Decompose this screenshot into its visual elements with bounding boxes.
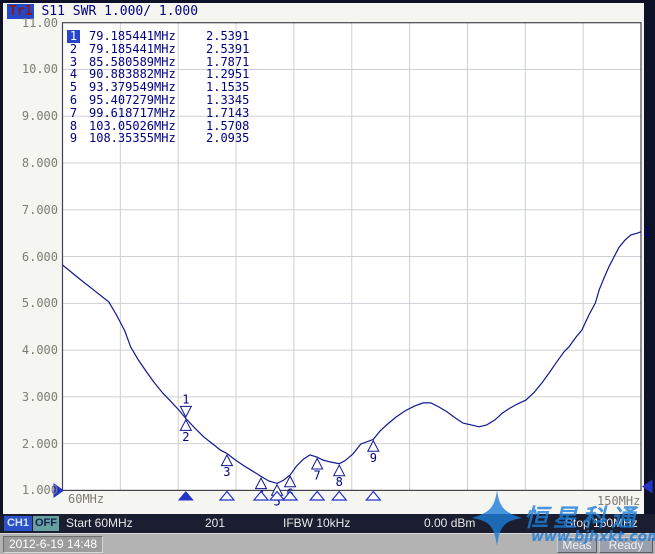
- x-stop-label: 150MHz: [597, 494, 640, 508]
- y-axis-tick-label: 5.000: [10, 296, 58, 310]
- if-bandwidth: IFBW 10kHz: [283, 514, 350, 533]
- marker-table-row: 1 79.185441MHz2.5391: [67, 30, 249, 43]
- y-axis-tick-label: 1.000: [10, 483, 58, 497]
- marker-number: 2: [67, 43, 80, 56]
- y-axis-tick-label: 7.000: [10, 203, 58, 217]
- meas-button[interactable]: Meas: [557, 537, 597, 553]
- datetime-button[interactable]: 2012-6-19 14:48: [3, 536, 103, 553]
- y-axis-tick-label: 4.000: [10, 343, 58, 357]
- taskbar: 2012-6-19 14:48 Meas Ready: [0, 533, 655, 554]
- y-axis-tick-label: 6.000: [10, 250, 58, 264]
- y-axis-tick-label: 8.000: [10, 156, 58, 170]
- marker-table-row: 9 108.35355MHz2.0935: [67, 132, 249, 145]
- y-axis-tick-label: 9.000: [10, 109, 58, 123]
- channel-badge[interactable]: CH1: [4, 516, 32, 531]
- marker-frequency: 99.618717MHz: [89, 107, 206, 120]
- marker-table: 179.185441MHz2.5391279.185441MHz2.539138…: [67, 30, 249, 145]
- marker-table-row: 6 95.407279MHz1.3345: [67, 94, 249, 107]
- marker-frequency: 79.185441MHz: [89, 43, 206, 56]
- marker-frequency: 79.185441MHz: [89, 30, 206, 43]
- output-power: 0.00 dBm: [424, 514, 475, 533]
- marker-value: 2.0935: [206, 132, 249, 145]
- marker-value: 2.5391: [206, 43, 249, 56]
- marker-table-row: 7 99.618717MHz1.7143: [67, 107, 249, 120]
- marker-value: 1.3345: [206, 94, 249, 107]
- marker-value: 1.7143: [206, 107, 249, 120]
- marker-number: 1: [67, 30, 80, 43]
- ready-button[interactable]: Ready: [599, 537, 653, 553]
- y-axis-tick-label: 11.00: [10, 16, 58, 30]
- vna-screen: Tr1 S11 SWR 1.000/ 1.000 11.0010.009.000…: [0, 0, 655, 554]
- trace-end-label: 1: [644, 225, 651, 239]
- marker-number: 9: [67, 132, 80, 145]
- channel-state-badge[interactable]: OFF: [33, 516, 59, 531]
- y-axis-tick-label: 10.00: [10, 62, 58, 76]
- x-start-label: 60MHz: [68, 492, 104, 506]
- stop-frequency: Stop 150MHz: [565, 514, 638, 533]
- status-bar: CH1 OFF Start 60MHz 201 IFBW 10kHz 0.00 …: [0, 514, 655, 533]
- y-axis-tick-label: 2.000: [10, 437, 58, 451]
- marker-value: 2.5391: [206, 30, 249, 43]
- measurement-title: S11 SWR 1.000/ 1.000: [41, 4, 198, 19]
- start-frequency: Start 60MHz: [66, 514, 133, 533]
- sweep-points: 201: [205, 514, 225, 533]
- marker-frequency: 95.407279MHz: [89, 94, 206, 107]
- marker-frequency: 108.35355MHz: [89, 132, 206, 145]
- marker-number: 6: [67, 94, 80, 107]
- marker-number: 7: [67, 107, 80, 120]
- y-axis-tick-label: 3.000: [10, 390, 58, 404]
- marker-table-row: 2 79.185441MHz2.5391: [67, 43, 249, 56]
